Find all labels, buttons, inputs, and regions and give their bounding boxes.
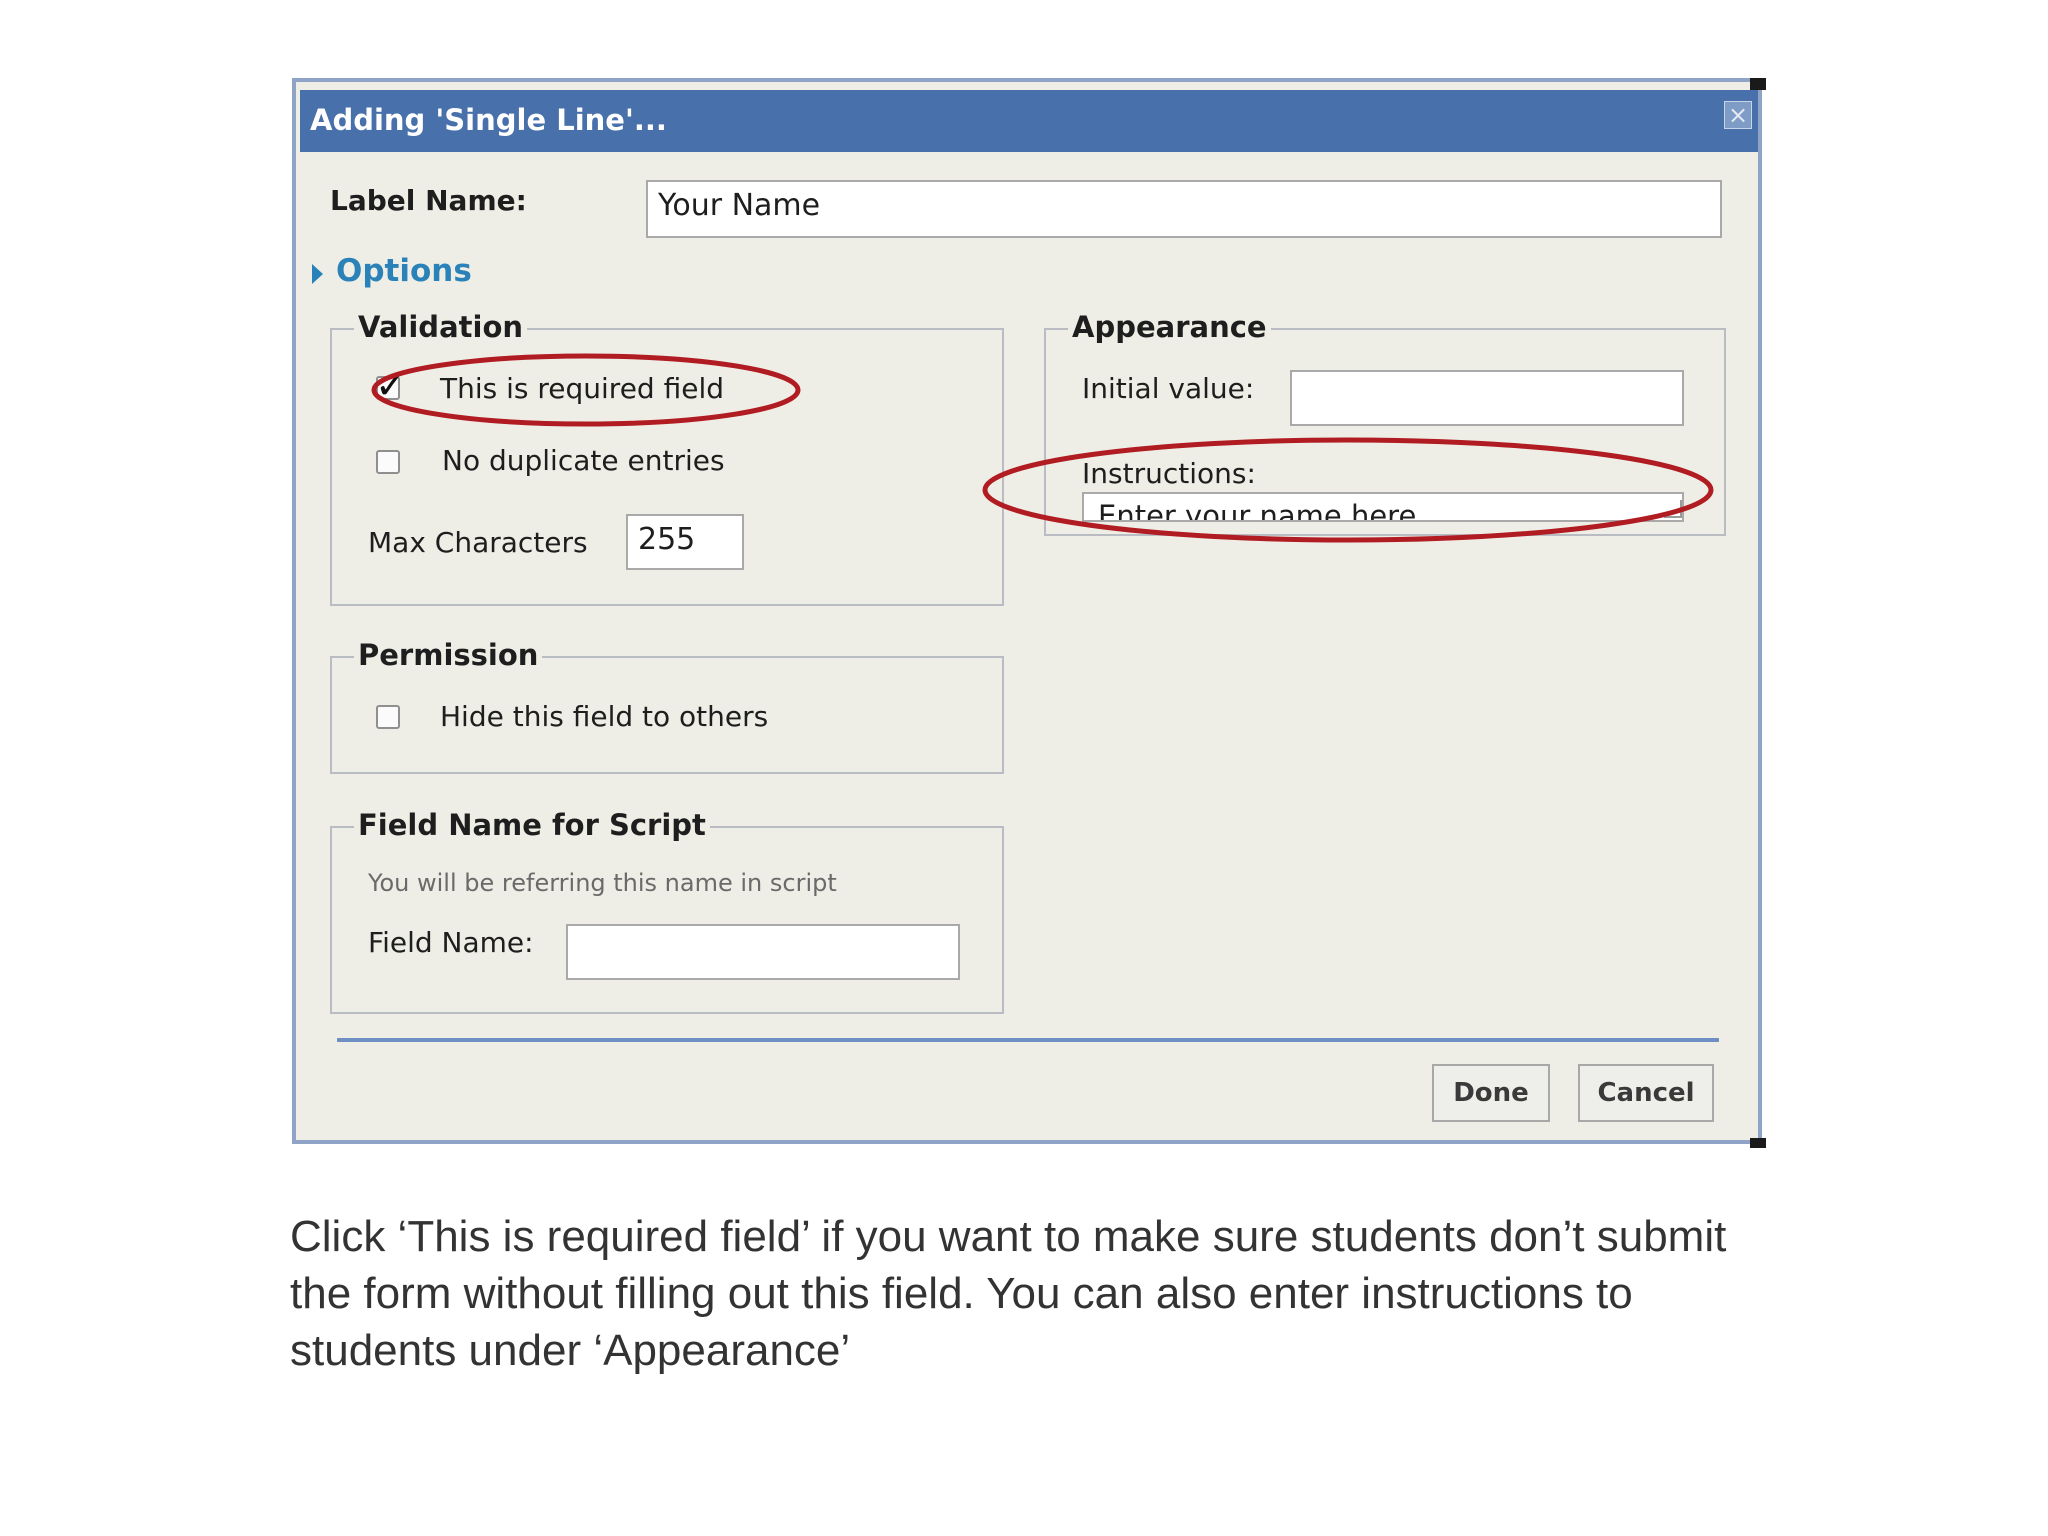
field-name-input[interactable] <box>566 924 960 980</box>
checkmark-icon: ✓ <box>375 363 407 407</box>
instructions-textarea[interactable]: Enter your name here <box>1082 492 1684 522</box>
field-name-label: Field Name: <box>368 926 534 959</box>
required-label[interactable]: This is required field <box>440 372 724 406</box>
label-name-input[interactable]: Your Name <box>646 180 1722 238</box>
no-duplicate-checkbox[interactable] <box>376 450 400 474</box>
instructions-label: Instructions: <box>1082 457 1256 490</box>
initial-value-label: Initial value: <box>1082 372 1255 405</box>
max-characters-input[interactable]: 255 <box>626 514 744 570</box>
max-characters-label: Max Characters <box>368 526 588 559</box>
field-name-script-legend: Field Name for Script <box>354 808 710 842</box>
dialog-title: Adding 'Single Line'... <box>310 103 667 137</box>
field-name-script-group <box>330 826 1004 1014</box>
hide-field-checkbox[interactable] <box>376 705 400 729</box>
options-toggle[interactable]: Options <box>336 252 472 290</box>
initial-value-input[interactable] <box>1290 370 1684 426</box>
permission-legend: Permission <box>354 638 543 672</box>
done-button[interactable]: Done <box>1432 1064 1550 1122</box>
window-corner <box>1750 1138 1766 1148</box>
appearance-legend: Appearance <box>1068 310 1271 344</box>
caption-text: Click ‘This is required field’ if you wa… <box>290 1212 1727 1375</box>
triangle-right-icon[interactable] <box>312 264 323 284</box>
no-duplicate-label[interactable]: No duplicate entries <box>442 444 725 478</box>
label-name-label: Label Name: <box>330 184 527 217</box>
validation-legend: Validation <box>354 310 528 344</box>
close-icon[interactable]: × <box>1724 101 1752 129</box>
field-name-hint: You will be referring this name in scrip… <box>368 869 837 897</box>
footer-divider <box>337 1038 1719 1042</box>
window-corner <box>1750 78 1766 90</box>
cancel-button[interactable]: Cancel <box>1578 1064 1714 1122</box>
hide-field-label[interactable]: Hide this field to others <box>440 700 768 734</box>
resize-handle-icon[interactable] <box>1664 500 1682 518</box>
